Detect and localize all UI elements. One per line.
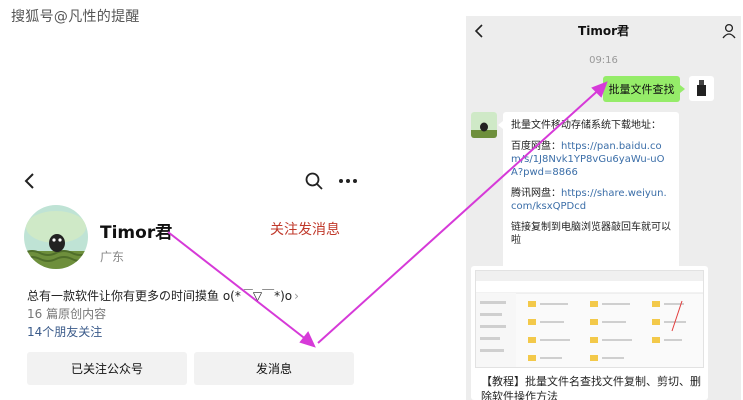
follow-message-link[interactable]: 关注发消息 — [270, 219, 340, 239]
account-bio[interactable]: 总有一款软件让你有更多の时间摸鱼 o(*￣▽￣*)o › — [27, 287, 299, 304]
account-name: Timor君 — [100, 223, 173, 243]
weiyun-link-paragraph: 腾讯网盘：https://share.weiyun.com/ksxQPDcd — [511, 187, 671, 213]
received-message-bubble[interactable]: 批量文件移动存储系统下载地址： 百度网盘：https://pan.baidu.c… — [498, 112, 679, 275]
article-card[interactable]: 【教程】批量文件名查找文件复制、剪切、删除软件操作方法 — [471, 266, 708, 400]
back-arrow-icon[interactable] — [22, 171, 38, 191]
message-timestamp: 09:16 — [589, 55, 618, 66]
tree-creature-avatar-icon — [24, 205, 88, 269]
chevron-right-icon: › — [294, 289, 299, 303]
sent-message-bubble[interactable]: 批量文件查找 — [603, 76, 685, 102]
reply-note: 链接复制到电脑浏览器敲回车就可以啦 — [511, 222, 671, 246]
send-message-button[interactable]: 发消息 — [194, 352, 354, 385]
cup-avatar-icon — [697, 80, 706, 96]
followed-account-button[interactable]: 已关注公众号 — [27, 352, 187, 385]
original-articles-count: 16 篇原创内容 — [27, 307, 107, 321]
friends-following-link[interactable]: 14个朋友关注 — [27, 323, 102, 340]
arrowhead-icon — [299, 331, 316, 348]
search-icon[interactable] — [304, 171, 324, 191]
user-profile-icon[interactable] — [722, 23, 736, 39]
tree-creature-avatar-icon — [471, 112, 497, 138]
more-icon[interactable] — [337, 171, 359, 191]
bio-text: 总有一款软件让你有更多の时间摸鱼 o(*￣▽￣*)o — [27, 289, 293, 303]
article-card-title: 【教程】批量文件名查找文件复制、剪切、删除软件操作方法 — [481, 375, 701, 400]
account-avatar[interactable] — [24, 205, 88, 269]
account-avatar-small[interactable] — [471, 112, 497, 138]
account-region: 广东 — [100, 250, 125, 264]
watermark-text: 搜狐号@凡性的提醒 — [11, 9, 140, 25]
file-explorer-screenshot-icon — [476, 271, 703, 367]
weiyun-label: 腾讯网盘： — [511, 188, 561, 199]
file-explorer-thumbnail — [475, 270, 704, 368]
chat-panel: Timor君 09:16 批量文件查找 批量文件移动存储系统下载地址： 百度网盘… — [466, 16, 741, 400]
baidu-link-paragraph: 百度网盘：https://pan.baidu.com/s/1J8Nvk1YP8v… — [511, 140, 671, 179]
chat-title: Timor君 — [578, 24, 629, 38]
self-avatar[interactable] — [689, 76, 714, 101]
reply-intro: 批量文件移动存储系统下载地址： — [511, 120, 661, 131]
baidu-label: 百度网盘： — [511, 141, 561, 152]
